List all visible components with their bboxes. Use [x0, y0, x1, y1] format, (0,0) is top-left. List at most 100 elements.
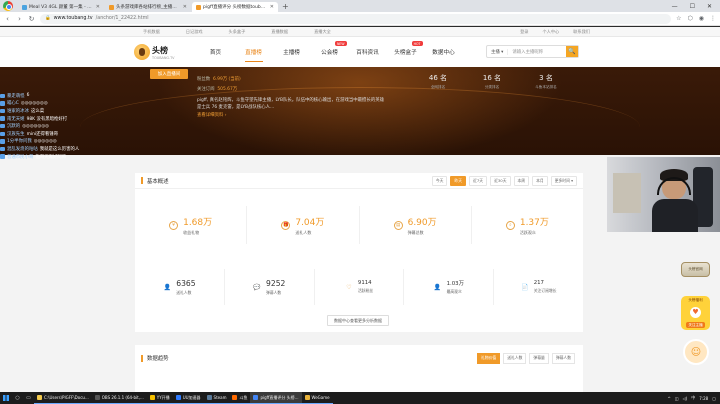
url-field[interactable]: 🔒 www.toubang.tv/anchor/1_22422.html — [40, 13, 672, 24]
rank-badge[interactable]: 头榜官网 — [681, 262, 710, 277]
floating-avatar-icon[interactable]: ☺ — [683, 339, 709, 365]
search-input[interactable]: 请输入主播昵称 — [508, 49, 566, 55]
search-icon[interactable]: 🔍 — [566, 46, 578, 57]
level-badge-icon — [0, 139, 5, 144]
tab-danmaku[interactable]: 弹幕量 — [529, 352, 549, 364]
site-header: 头榜 TOUBANG.TV 首页 直播榜 主播榜 公会榜 NEW 百科资讯 头榜盒… — [0, 37, 720, 67]
chat-row: 混乱发烧的咕咕 我就是这么厉害的人 — [0, 145, 110, 153]
tray-up-icon[interactable]: ^ — [667, 396, 670, 401]
search-taskbar-icon[interactable]: ○ — [12, 392, 23, 404]
filter-yesterday[interactable]: 昨天 — [450, 175, 467, 186]
topbar-link[interactable]: 直播数据 — [271, 29, 288, 35]
view-details-link[interactable]: 查看详细资料 › — [197, 112, 387, 119]
start-button[interactable] — [0, 392, 12, 404]
login-link[interactable]: 登录 — [520, 29, 528, 35]
tab-close-icon[interactable]: ✕ — [96, 4, 100, 10]
nav-item-data-center[interactable]: 数据中心 — [425, 37, 463, 67]
metric-value: 6.90万 — [407, 217, 437, 228]
tab-gift-value[interactable]: 礼物价值 — [477, 352, 501, 364]
filter-this-week[interactable]: 本周 — [513, 175, 530, 186]
input-language[interactable]: 中 — [691, 395, 695, 401]
taskbar-app-active[interactable]: pigff直播评分 头榜... — [250, 392, 302, 404]
system-tray: ^ ◫ ◁) 中 7:28 ▢ — [667, 395, 720, 401]
taskbar-app[interactable]: C:\Users\PIGFF\Docu... — [34, 392, 92, 404]
tab-close-icon[interactable]: ✕ — [270, 4, 274, 10]
notification-icon[interactable]: ▢ — [712, 396, 716, 401]
metric-peak-viewers: 👤 1.03万 最高观众 — [404, 269, 495, 305]
filter-this-month[interactable]: 本月 — [532, 175, 548, 186]
new-tab-button[interactable]: + — [282, 2, 289, 12]
nav-item-news[interactable]: 百科资讯 — [349, 37, 387, 67]
taskbar-app[interactable]: UU加速器 — [172, 392, 204, 404]
nav-item-live-ranking[interactable]: 直播榜 — [235, 37, 273, 67]
join-room-button[interactable]: 加入直播间 — [150, 69, 188, 79]
topbar-link[interactable]: 日记游戏 — [186, 29, 203, 35]
filter-more-time[interactable]: 更多时间 ▾ — [550, 175, 577, 186]
clock[interactable]: 7:28 — [699, 396, 708, 401]
contact-link[interactable]: 联系我们 — [573, 29, 590, 35]
minimize-button[interactable]: — — [672, 3, 678, 10]
taskbar-app[interactable]: YY开播 — [146, 392, 173, 404]
extensions-icon[interactable]: ⬡ — [688, 15, 693, 22]
metric-label: 最高观众 — [446, 289, 462, 294]
overview-header: 基本概述 今天 昨天 近7天 近30天 本周 本月 更多时间 ▾ — [135, 173, 583, 189]
search-scope-select[interactable]: 主播 ▾ — [487, 48, 509, 55]
filter-30days[interactable]: 近30天 — [490, 175, 511, 186]
data-center-more-button[interactable]: 数据中心查看更多分析数据 — [327, 315, 389, 326]
metric-label: 收益礼物 — [183, 229, 200, 235]
fan-badge-top: 头榜福利 — [688, 298, 703, 302]
nav-item-anchor-ranking[interactable]: 主播榜 — [273, 37, 311, 67]
gift-icon: 🎁 — [281, 220, 291, 230]
chat-message: 6 — [26, 93, 30, 99]
follow-icon: 📄 — [520, 283, 529, 291]
chat-row: 1分半你问我 ◎◎◎◎◎◎ — [0, 138, 110, 146]
network-icon[interactable]: ◫ — [675, 396, 679, 401]
volume-icon[interactable]: ◁) — [683, 396, 688, 401]
logo-subtext: TOUBANG.TV — [152, 55, 175, 60]
task-title: C:\Users\PIGFF\Docu... — [44, 395, 89, 400]
taskbar-app[interactable]: 斗鱼 — [229, 392, 251, 404]
user-center-link[interactable]: 个人中心 — [542, 29, 559, 35]
site-topbar: 手机数据 日记游戏 头条盒子 直播数据 直播大全 登录 个人中心 联系我们 — [0, 27, 720, 37]
tab-danmaku-people[interactable]: 弹幕人数 — [551, 352, 575, 364]
secondary-metrics: 👤 6365 送礼人数 💬 9252 弹幕人数 ♡ 9114 活跃粉丝 👤 1.03万… — [135, 269, 583, 305]
browser-tab-active[interactable]: pigff直播评分 头榜数据toubang... ✕ — [192, 2, 278, 12]
taskbar-app[interactable]: OBS 26.1.1 (64-bit,... — [91, 392, 147, 404]
browser-tab[interactable]: Meal V3 4GL 颜董 第一集 - 哔哩哔哩 ✕ — [18, 2, 104, 12]
profile-icon[interactable]: ◉ — [699, 15, 704, 22]
star-icon[interactable]: ☆ — [676, 15, 681, 22]
filter-7days[interactable]: 近7天 — [469, 175, 488, 186]
nav-item-guild-ranking[interactable]: 公会榜 NEW — [311, 37, 349, 67]
tab-favicon-icon — [22, 4, 27, 10]
metric-value: 6365 — [176, 278, 196, 288]
close-window-button[interactable]: ✕ — [707, 3, 712, 10]
nav-item-box[interactable]: 头榜盒子 HOT — [387, 37, 425, 67]
task-view-icon[interactable]: ▭ — [23, 392, 34, 404]
task-title: WeGame — [311, 395, 330, 400]
chat-row: 汉族先生 mini还得看锤哥 — [0, 130, 110, 138]
filter-today[interactable]: 今天 — [431, 175, 448, 186]
level-badge-icon — [0, 101, 5, 106]
taskbar-app[interactable]: Steam — [203, 392, 230, 404]
back-icon[interactable]: ‹ — [4, 15, 11, 23]
maximize-button[interactable]: ☐ — [690, 3, 695, 10]
nav-item-home[interactable]: 首页 — [197, 37, 235, 67]
tab-gift-senders[interactable]: 送礼人数 — [503, 352, 527, 364]
metric-label: 送礼人数 — [295, 229, 312, 235]
menu-icon[interactable]: ⋮ — [710, 15, 716, 22]
forward-icon[interactable]: › — [16, 15, 23, 23]
fan-badge[interactable]: 头榜福利 ♥ 关注主播 — [681, 296, 710, 330]
browser-tab[interactable]: 头条游戏库各站排行榜_主播排行... ✕ — [105, 2, 191, 12]
trend-header: 数据趋势 礼物价值 送礼人数 弹幕量 弹幕人数 — [135, 345, 583, 371]
topbar-link[interactable]: 直播大全 — [314, 29, 331, 35]
topbar-link[interactable]: 手机数据 — [143, 29, 160, 35]
reload-icon[interactable]: ↻ — [28, 15, 35, 23]
topbar-link[interactable]: 头条盒子 — [229, 29, 246, 35]
tab-close-icon[interactable]: ✕ — [183, 4, 187, 10]
metric-label: 送礼人数 — [176, 289, 192, 295]
taskbar-app[interactable]: WeGame — [301, 392, 333, 404]
chat-row: 喵心C ◎◎◎◎◎◎◎ — [0, 100, 110, 108]
coin-icon: ¥ — [169, 220, 179, 230]
site-logo[interactable]: 头榜 TOUBANG.TV — [134, 44, 175, 60]
chat-row: 普通市民小哥 抱哥天赐好阿师 — [0, 153, 110, 161]
